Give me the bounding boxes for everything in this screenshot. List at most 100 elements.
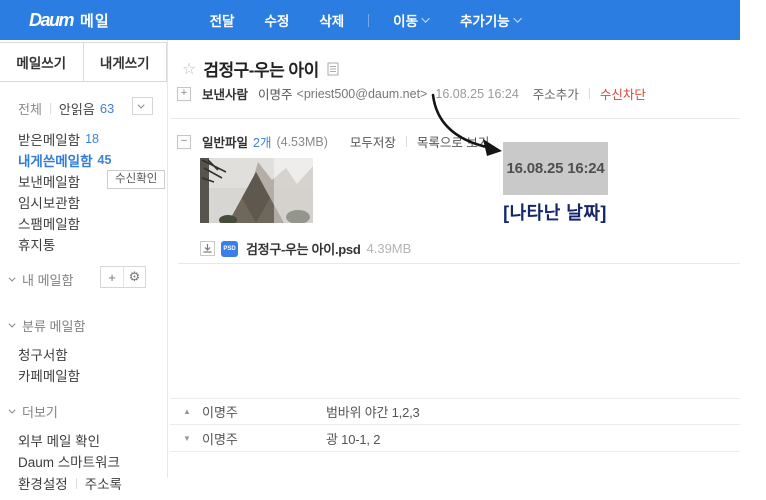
filter-divider <box>50 103 51 114</box>
delete-button[interactable]: 삭제 <box>317 10 346 30</box>
attachment-divider-line <box>178 263 740 264</box>
sort-down-icon: ▼ <box>183 434 197 443</box>
my-mailbox-title: 내 메일함 <box>22 270 73 289</box>
mail-list-row[interactable]: ▼ 이명주 광 10-1, 2 <box>170 425 740 452</box>
row-subject: 광 10-1, 2 <box>326 429 380 448</box>
more-section-title: 더보기 <box>22 402 58 421</box>
attachment-file-name[interactable]: 검정구-우는 아이.psd <box>246 239 361 258</box>
attachment-label: 일반파일 <box>202 132 248 151</box>
sidebar-item-billing[interactable]: 청구서함 <box>18 343 167 364</box>
mail-view: ☆ 검정구-우는 아이 + 보낸사람 이명주 <priest500@daum.n… <box>168 40 740 480</box>
mail-product-text: 메일 <box>80 10 110 31</box>
header-divider-line <box>170 118 740 119</box>
sender-name: 이명주 <box>258 84 293 103</box>
attachment-thumbnail-image[interactable] <box>200 158 313 223</box>
subject-row: ☆ 검정구-우는 아이 <box>182 56 339 81</box>
block-sender-link[interactable]: 수신차단 <box>600 84 646 103</box>
unread-count: 63 <box>100 101 114 116</box>
folder-label: 임시보관함 <box>18 192 80 212</box>
sidebar-item-drafts[interactable]: 임시보관함 <box>18 191 167 212</box>
add-address-link[interactable]: 주소추가 <box>533 84 579 103</box>
folder-count: 45 <box>98 153 112 167</box>
move-menu-button[interactable]: 이동 <box>391 10 432 30</box>
expand-header-button[interactable]: + <box>177 87 191 101</box>
attachment-header: − 일반파일 2개 (4.53MB) 모두저장 목록으로 보기 <box>177 132 489 151</box>
sidebar-item-external-mail[interactable]: 외부 메일 확인 <box>18 429 167 450</box>
sidebar-item-spam[interactable]: 스팸메일함 <box>18 212 167 233</box>
row-sender: 이명주 <box>202 402 326 421</box>
mail-toolbar: 전달 수정 삭제 이동 추가기능 <box>208 10 550 30</box>
mail-list-row[interactable]: ▲ 이명주 범바위 야간 1,2,3 <box>170 398 740 425</box>
sidebar-item-inbox[interactable]: 받은메일함 18 <box>18 128 167 149</box>
mail-date: 16.08.25 16:24 <box>435 87 518 101</box>
daum-mail-app: Daum 메일 전달 수정 삭제 이동 추가기능 메일쓰기 내게쓰기 전체 <box>0 0 766 500</box>
folder-list: 받은메일함 18 내게쓴메일함 45 보낸메일함 수신확인 임시보관함 스팸메일… <box>18 128 167 254</box>
collapse-attachments-button[interactable]: − <box>177 135 191 149</box>
extras-menu-button[interactable]: 추가기능 <box>458 10 524 30</box>
attachment-count: 2개 <box>253 132 271 151</box>
sidebar-item-smartwork[interactable]: Daum 스마트워크 <box>18 450 167 471</box>
copy-subject-icon[interactable] <box>327 62 339 76</box>
mail-filter-row: 전체 안읽음 63 <box>18 99 167 118</box>
contacts-link[interactable]: 주소록 <box>85 473 122 493</box>
settings-link[interactable]: 환경설정 <box>18 473 68 493</box>
chevron-down-icon <box>513 14 521 22</box>
footer-divider <box>76 478 77 489</box>
category-mailbox-items: 청구서함 카페메일함 <box>18 343 167 385</box>
daum-logo[interactable]: Daum 메일 <box>29 10 110 31</box>
daum-brand-text: Daum <box>29 10 73 31</box>
extras-menu-label: 추가기능 <box>460 10 510 30</box>
chevron-down-icon <box>9 321 16 328</box>
annotation-caption: [나타난 날짜] <box>486 199 624 225</box>
chevron-down-icon <box>9 407 16 414</box>
compose-tabs: 메일쓰기 내게쓰기 <box>0 42 167 82</box>
more-items: 외부 메일 확인 Daum 스마트워크 <box>18 429 167 471</box>
psd-file-icon: PSD <box>221 241 238 257</box>
my-mailbox-section[interactable]: 내 메일함 + ⚙ <box>11 270 167 289</box>
read-receipt-button[interactable]: 수신확인 <box>107 170 165 189</box>
attachment-total-size: (4.53MB) <box>276 135 327 149</box>
more-section[interactable]: 더보기 <box>11 402 167 421</box>
attachment-file-row: PSD 검정구-우는 아이.psd 4.39MB <box>200 239 411 258</box>
category-mailbox-title: 분류 메일함 <box>22 316 85 335</box>
sender-row: + 보낸사람 이명주 <priest500@daum.net> 16.08.25… <box>177 84 646 103</box>
filter-all-link[interactable]: 전체 <box>18 99 42 118</box>
folder-count: 18 <box>85 132 99 146</box>
star-icon[interactable]: ☆ <box>182 59 196 79</box>
annotation-date-box: 16.08.25 16:24 <box>503 142 608 195</box>
save-all-link[interactable]: 모두저장 <box>350 132 396 151</box>
row-sender: 이명주 <box>202 429 326 448</box>
category-mailbox-section[interactable]: 분류 메일함 <box>11 316 167 335</box>
row-subject: 범바위 야간 1,2,3 <box>326 402 420 421</box>
sidebar-item-cafe[interactable]: 카페메일함 <box>18 364 167 385</box>
folder-label: 스팸메일함 <box>18 213 80 233</box>
compose-mail-button[interactable]: 메일쓰기 <box>0 43 83 81</box>
view-as-list-link[interactable]: 목록으로 보기 <box>417 132 489 151</box>
mail-subject: 검정구-우는 아이 <box>203 56 318 81</box>
edit-button[interactable]: 수정 <box>262 10 291 30</box>
chevron-down-icon <box>138 101 145 108</box>
folder-label: 받은메일함 <box>18 129 80 149</box>
folder-label: 내게쓴메일함 <box>18 150 93 170</box>
forward-button[interactable]: 전달 <box>208 10 237 30</box>
compose-to-me-button[interactable]: 내게쓰기 <box>83 43 167 81</box>
sidebar-item-sent[interactable]: 보낸메일함 수신확인 <box>18 170 167 191</box>
sidebar-item-trash[interactable]: 휴지통 <box>18 233 167 254</box>
attachment-header-divider <box>406 136 407 147</box>
attachment-file-size: 4.39MB <box>367 241 412 256</box>
sidebar-item-sent-to-me[interactable]: 내게쓴메일함 45 <box>18 149 167 170</box>
add-mailbox-button[interactable]: + <box>101 267 123 287</box>
folder-collapse-button[interactable] <box>132 97 153 115</box>
from-label: 보낸사람 <box>202 84 248 103</box>
sender-row-divider <box>589 88 590 99</box>
folder-label: 보낸메일함 <box>18 171 80 191</box>
mailbox-settings-gear-icon[interactable]: ⚙ <box>123 267 145 287</box>
topbar: Daum 메일 전달 수정 삭제 이동 추가기능 <box>0 0 740 40</box>
download-icon[interactable] <box>200 241 215 256</box>
chevron-down-icon <box>9 275 16 282</box>
filter-unread-link[interactable]: 안읽음 <box>59 99 95 118</box>
sidebar-footer: 환경설정 주소록 <box>18 473 167 493</box>
mailbox-tools: + ⚙ <box>100 266 146 288</box>
sidebar: 메일쓰기 내게쓰기 전체 안읽음 63 받은메일함 18 내게쓴메일함 45 보… <box>0 40 168 478</box>
sort-up-icon: ▲ <box>183 407 197 416</box>
